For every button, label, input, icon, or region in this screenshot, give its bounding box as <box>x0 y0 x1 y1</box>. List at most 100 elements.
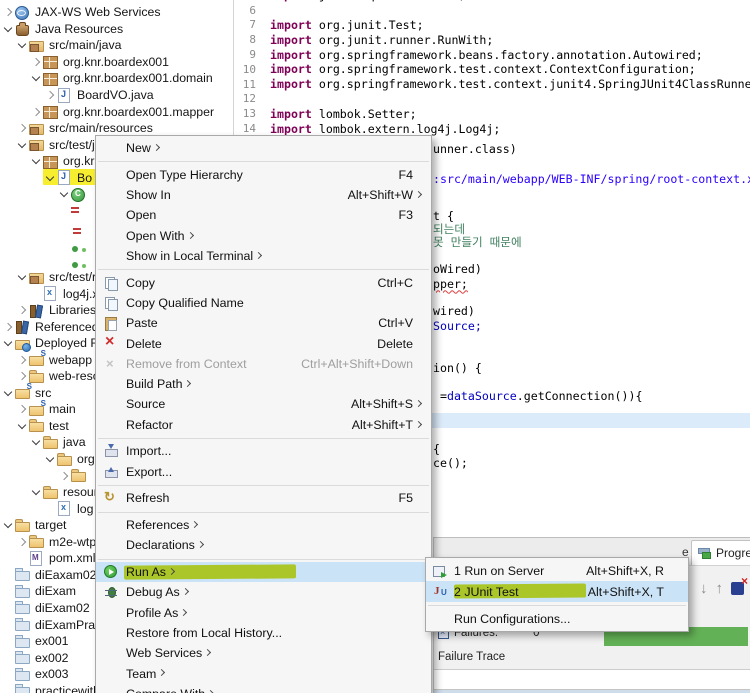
tree-item-org-knr-boardex001[interactable]: org.knr.boardex001 <box>0 54 233 71</box>
failure-trace-body[interactable] <box>434 669 750 690</box>
collapse-arrow-icon[interactable] <box>3 386 14 400</box>
collapse-arrow-icon[interactable] <box>45 171 56 185</box>
menu-item-run-as[interactable]: Run As <box>96 561 431 583</box>
expand-arrow-icon[interactable] <box>17 369 28 383</box>
tree-item-org-knr-boardex001-domain[interactable]: org.knr.boardex001.domain <box>0 70 233 87</box>
expand-arrow-icon[interactable] <box>3 320 14 334</box>
expand-arrow-icon[interactable] <box>31 55 42 69</box>
tree-item-label: Referenced <box>35 319 99 334</box>
tree-item-label: resour <box>63 485 98 500</box>
menu-item-1-run-on-server[interactable]: 1 Run on Server Alt+Shift+X, R <box>426 560 688 581</box>
expand-arrow-icon[interactable] <box>17 303 28 317</box>
code-fragment: unner.class) <box>433 141 517 156</box>
menu-item-copy[interactable]: Copy Ctrl+C <box>96 273 431 293</box>
collapse-arrow-icon[interactable] <box>31 435 42 449</box>
menu-item-label: Profile As <box>126 605 179 620</box>
menu-item-restore-from-local-history[interactable]: Restore from Local History... <box>96 623 431 643</box>
tree-item-label: diExam02 <box>35 600 90 615</box>
tree-item-org-knr-boardex001-mapper[interactable]: org.knr.boardex001.mapper <box>0 103 233 120</box>
collapse-arrow-icon[interactable] <box>31 71 42 85</box>
menu-item-delete[interactable]: Delete Delete <box>96 333 431 353</box>
tree-item-label: Java Resources <box>35 21 124 36</box>
menu-item-profile-as[interactable]: Profile As <box>96 603 431 623</box>
expand-arrow-icon[interactable] <box>59 469 70 483</box>
menu-item-run-configurations[interactable]: Run Configurations... <box>426 608 688 629</box>
tree-item-src-main-java[interactable]: src/main/java <box>0 37 233 54</box>
menu-item-references[interactable]: References <box>96 515 431 535</box>
menu-item-label: Declarations <box>126 538 195 553</box>
menu-item-shortcut: Ctrl+C <box>377 275 413 290</box>
menu-item-debug-as[interactable]: Debug As <box>96 582 431 602</box>
depl-icon <box>14 336 31 352</box>
tree-item-label: diEaxam02 <box>35 567 97 582</box>
code-text: import lombok.extern.log4j.Log4j; <box>270 121 501 136</box>
menu-item-web-services[interactable]: Web Services <box>96 643 431 663</box>
next-failure-icon[interactable]: ↓ <box>700 581 708 596</box>
previous-failure-icon[interactable]: ↑ <box>716 581 724 596</box>
tree-item-label: ex003 <box>35 667 69 682</box>
menu-item-open[interactable]: Open F3 <box>96 205 431 225</box>
menu-item-declarations[interactable]: Declarations <box>96 535 431 555</box>
collapse-arrow-icon[interactable] <box>17 270 28 284</box>
collapse-arrow-icon[interactable] <box>31 154 42 168</box>
collapse-arrow-icon[interactable] <box>3 22 14 36</box>
menu-item-open-type-hierarchy[interactable]: Open Type Hierarchy F4 <box>96 165 431 185</box>
collapse-arrow-icon[interactable] <box>31 485 42 499</box>
menu-item-open-with[interactable]: Open With <box>96 226 431 246</box>
menu-arrow-space <box>282 623 295 643</box>
line-number: 11 <box>242 77 256 91</box>
collapse-arrow-icon[interactable] <box>3 336 14 350</box>
code-line-8: 8 import org.junit.runner.RunWith; <box>234 32 750 47</box>
tree-item-src-main-resources[interactable]: src/main/resources <box>0 120 233 137</box>
tree-item-boardvo-java[interactable]: BoardVO.java <box>0 87 233 104</box>
expand-arrow-icon[interactable] <box>45 88 56 102</box>
menu-item-show-in-local-terminal[interactable]: Show in Local Terminal <box>96 246 431 266</box>
collapse-arrow-icon[interactable] <box>17 138 28 152</box>
menu-item-label: Remove from Context <box>126 356 247 371</box>
tree-fragment-mark <box>71 207 79 209</box>
tree-item-java-resources[interactable]: Java Resources <box>0 21 233 38</box>
collapse-arrow-icon[interactable] <box>17 419 28 433</box>
menu-item-2-junit-test[interactable]: 2 JUnit Test Alt+Shift+X, T <box>426 581 688 602</box>
tree-item-label: log4j.x <box>63 286 99 301</box>
menu-item-import[interactable]: Import... <box>96 441 431 461</box>
collapse-arrow-icon[interactable] <box>3 518 14 532</box>
menu-item-new[interactable]: New <box>96 138 431 158</box>
tree-item-label: test <box>49 418 69 433</box>
tree-item-jax-ws-web-services[interactable]: JAX-WS Web Services <box>0 4 233 21</box>
collapse-arrow-icon[interactable] <box>59 187 70 201</box>
expand-arrow-icon[interactable] <box>31 105 42 119</box>
code-fragment: 못 만들기 때문에 <box>433 234 522 249</box>
menu-item-export[interactable]: Export... <box>96 462 431 482</box>
expand-arrow-icon[interactable] <box>17 353 28 367</box>
tab-progress[interactable]: Progres <box>691 540 750 565</box>
code-line-6: 6 <box>234 3 750 18</box>
class-icon <box>70 187 87 202</box>
code-fragment: pper; <box>433 276 468 291</box>
menu-arrow-space <box>413 488 426 508</box>
menu-arrow-space <box>413 333 426 353</box>
menu-item-compare-with[interactable]: Compare With <box>96 684 431 693</box>
menu-item-paste[interactable]: Paste Ctrl+V <box>96 313 431 333</box>
expand-arrow-icon[interactable] <box>3 5 14 19</box>
tree-fragment-mark <box>73 228 81 230</box>
menu-item-copy-qualified-name[interactable]: Copy Qualified Name <box>96 293 431 313</box>
collapse-arrow-icon[interactable] <box>17 38 28 52</box>
folder-icon <box>56 452 73 467</box>
menu-item-refresh[interactable]: Refresh F5 <box>96 488 431 508</box>
menu-item-source[interactable]: Source Alt+Shift+S <box>96 394 431 414</box>
expand-arrow-icon[interactable] <box>17 121 28 135</box>
menu-item-team[interactable]: Team <box>96 663 431 683</box>
expand-arrow-icon[interactable] <box>17 535 28 549</box>
collapse-arrow-icon[interactable] <box>45 452 56 466</box>
menu-item-label: Show in Local Terminal <box>126 249 254 264</box>
test-run-stop-icon[interactable] <box>731 574 748 595</box>
submenu-arrow-icon <box>195 535 208 555</box>
code-fragment: { <box>433 441 440 456</box>
menu-item-shortcut: Ctrl+Alt+Shift+Down <box>301 356 413 371</box>
menu-item-build-path[interactable]: Build Path <box>96 374 431 394</box>
menu-item-refactor[interactable]: Refactor Alt+Shift+T <box>96 415 431 435</box>
code-line-12: 12 <box>234 92 750 107</box>
expand-arrow-icon[interactable] <box>17 402 28 416</box>
menu-item-show-in[interactable]: Show In Alt+Shift+W <box>96 185 431 205</box>
